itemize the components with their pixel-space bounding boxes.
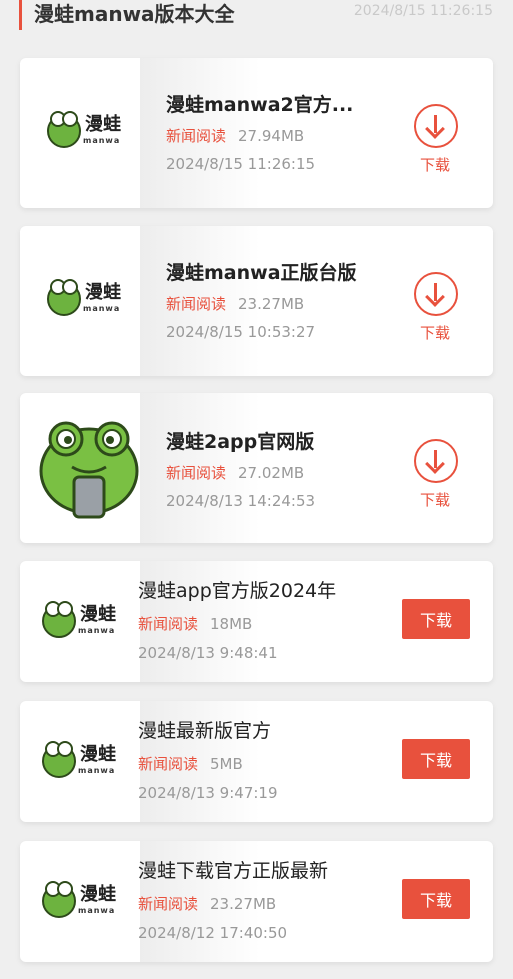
frog-icon bbox=[42, 741, 76, 778]
app-name[interactable]: 漫蛙下载官方正版最新 bbox=[138, 856, 328, 883]
app-size: 27.94MB bbox=[238, 127, 305, 145]
app-size: 23.27MB bbox=[210, 895, 277, 913]
app-size: 23.27MB bbox=[238, 295, 305, 313]
download-label[interactable]: 下载 bbox=[420, 322, 450, 343]
header-accent-bar bbox=[19, 0, 22, 30]
app-name[interactable]: 漫蛙manwa2官方... bbox=[166, 90, 353, 117]
app-date: 2024/8/13 9:48:41 bbox=[138, 644, 278, 662]
frog-icon bbox=[42, 601, 76, 638]
app-date: 2024/8/12 17:40:50 bbox=[138, 924, 288, 942]
app-date: 2024/8/15 11:26:15 bbox=[166, 155, 316, 173]
app-category: 新闻阅读 bbox=[138, 895, 199, 913]
app-info: 漫蛙2app官网版 新闻阅读 27.02MB 2024/8/13 14:24:53 bbox=[166, 427, 315, 510]
app-category: 新闻阅读 bbox=[166, 127, 227, 145]
download-label[interactable]: 下载 bbox=[420, 489, 450, 510]
app-category: 新闻阅读 bbox=[138, 615, 199, 633]
app-category: 新闻阅读 bbox=[138, 755, 199, 773]
download-label[interactable]: 下载 bbox=[420, 154, 450, 175]
app-card[interactable]: 漫蛙 manwa 漫蛙下载官方正版最新 新闻阅读 23.27MB 2024/8/1… bbox=[20, 841, 493, 962]
frog-icon bbox=[47, 279, 81, 316]
app-category: 新闻阅读 bbox=[166, 295, 227, 313]
app-info: 漫蛙最新版官方 新闻阅读 5MB 2024/8/13 9:47:19 bbox=[138, 716, 278, 802]
app-size: 5MB bbox=[210, 755, 243, 773]
section-timestamp: 2024/8/15 11:26:15 bbox=[353, 3, 493, 19]
manwa-logo: 漫蛙 manwa bbox=[47, 278, 131, 322]
app-thumbnail[interactable]: 漫蛙 manwa bbox=[36, 575, 132, 669]
app-info: 漫蛙manwa正版台版 新闻阅读 23.27MB 2024/8/15 10:53:… bbox=[166, 258, 357, 341]
app-card[interactable]: 漫蛙 manwa 漫蛙app官方版2024年 新闻阅读 18MB 2024/8/1… bbox=[20, 561, 493, 682]
section-header: 漫蛙manwa版本大全 2024/8/15 11:26:15 bbox=[0, 0, 513, 30]
frog-icon bbox=[42, 881, 76, 918]
download-button[interactable]: 下载 bbox=[402, 599, 470, 639]
app-name[interactable]: 漫蛙最新版官方 bbox=[138, 716, 278, 743]
app-info: 漫蛙app官方版2024年 新闻阅读 18MB 2024/8/13 9:48:41 bbox=[138, 576, 336, 662]
download-icon[interactable] bbox=[414, 439, 458, 483]
app-thumbnail[interactable]: 漫蛙 manwa bbox=[36, 715, 132, 809]
manwa-logo: 漫蛙 manwa bbox=[42, 600, 126, 644]
download-icon[interactable] bbox=[414, 104, 458, 148]
manwa-logo: 漫蛙 manwa bbox=[42, 880, 126, 924]
app-name[interactable]: 漫蛙2app官网版 bbox=[166, 427, 315, 454]
manwa-logo: 漫蛙 manwa bbox=[42, 740, 126, 784]
app-category: 新闻阅读 bbox=[166, 464, 227, 482]
app-thumbnail[interactable]: 漫蛙 manwa bbox=[36, 855, 132, 949]
app-card[interactable]: 漫蛙 manwa 漫蛙manwa正版台版 新闻阅读 23.27MB 2024/8/… bbox=[20, 226, 493, 376]
download-button[interactable]: 下载 bbox=[402, 739, 470, 779]
section-title: 漫蛙manwa版本大全 bbox=[34, 2, 235, 26]
app-card[interactable]: 漫蛙 manwa 漫蛙最新版官方 新闻阅读 5MB 2024/8/13 9:47:… bbox=[20, 701, 493, 822]
app-card[interactable]: 漫蛙2app官网版 新闻阅读 27.02MB 2024/8/13 14:24:53… bbox=[20, 393, 493, 543]
app-date: 2024/8/15 10:53:27 bbox=[166, 323, 316, 341]
app-thumbnail[interactable]: 漫蛙 manwa bbox=[38, 248, 140, 352]
app-date: 2024/8/13 14:24:53 bbox=[166, 492, 316, 510]
download-icon[interactable] bbox=[414, 272, 458, 316]
app-card[interactable]: 漫蛙 manwa 漫蛙manwa2官方... 新闻阅读 27.94MB 2024/… bbox=[20, 58, 493, 208]
app-info: 漫蛙下载官方正版最新 新闻阅读 23.27MB 2024/8/12 17:40:5… bbox=[138, 856, 328, 942]
frog-mascot-icon[interactable] bbox=[34, 411, 144, 521]
frog-icon bbox=[47, 111, 81, 148]
app-name[interactable]: 漫蛙manwa正版台版 bbox=[166, 258, 357, 285]
download-button[interactable]: 下载 bbox=[402, 879, 470, 919]
app-thumbnail[interactable]: 漫蛙 manwa bbox=[38, 80, 140, 184]
app-date: 2024/8/13 9:47:19 bbox=[138, 784, 278, 802]
app-name[interactable]: 漫蛙app官方版2024年 bbox=[138, 576, 336, 603]
app-size: 18MB bbox=[210, 615, 253, 633]
app-info: 漫蛙manwa2官方... 新闻阅读 27.94MB 2024/8/15 11:2… bbox=[166, 90, 353, 173]
manwa-logo: 漫蛙 manwa bbox=[47, 110, 131, 154]
app-size: 27.02MB bbox=[238, 464, 305, 482]
